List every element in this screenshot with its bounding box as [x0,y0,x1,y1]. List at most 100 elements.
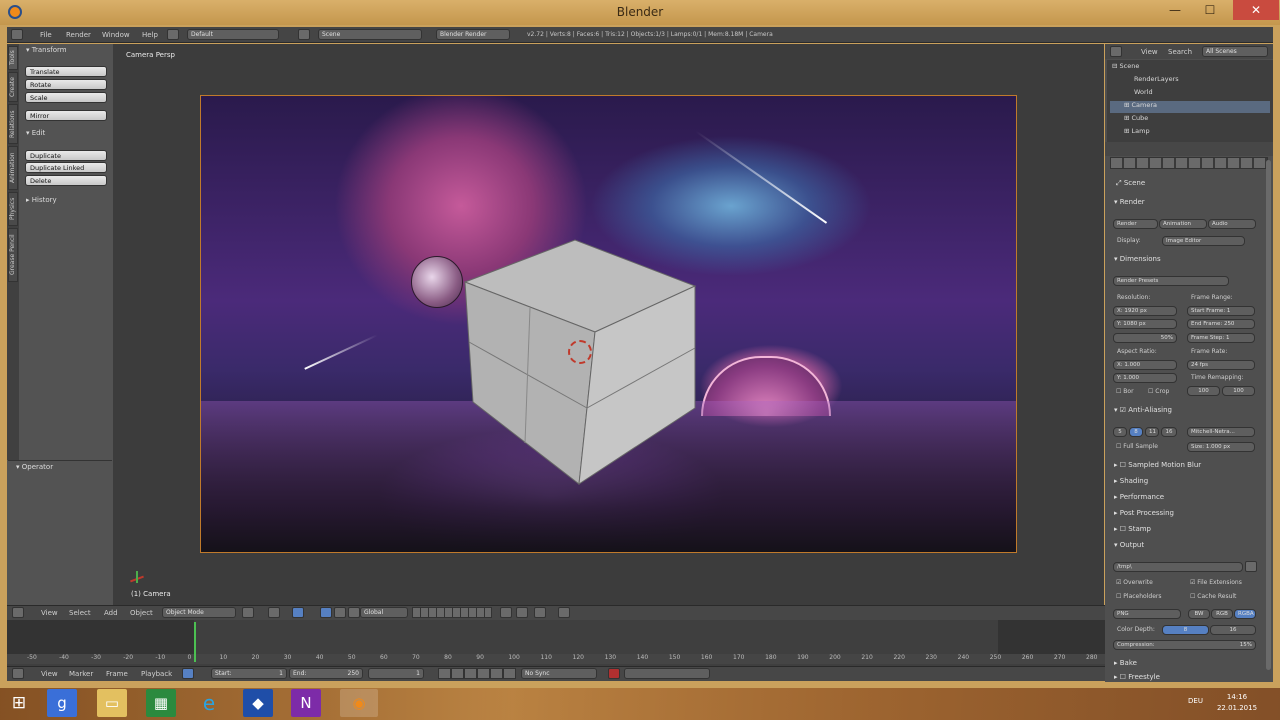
border-checkbox[interactable]: ☐ Bor [1116,388,1134,395]
resolution-percent-field[interactable]: 50% [1113,333,1177,343]
edit-panel-header[interactable]: ▾ Edit [20,129,112,141]
filter-size-field[interactable]: Size: 1.000 px [1187,442,1255,452]
folder-icon[interactable] [1245,561,1257,572]
mirror-button[interactable]: Mirror [25,110,107,121]
orientation-dropdown[interactable]: Global [360,607,408,618]
file-format-dropdown[interactable]: PNG [1113,609,1181,619]
tab-tools[interactable]: Tools [8,46,18,70]
motion-blur-panel-header[interactable]: ▸ ☐ Sampled Motion Blur [1110,461,1270,474]
stamp-panel-header[interactable]: ▸ ☐ Stamp [1110,525,1270,538]
placeholders-checkbox[interactable]: ☐ Placeholders [1116,593,1161,600]
app-icon[interactable]: ◆ [243,689,273,717]
editor-type-icon[interactable] [12,668,24,679]
color-mode-bw[interactable]: BW [1188,609,1210,619]
scene-icon[interactable] [298,29,310,40]
compression-slider[interactable]: Compression: 15% [1113,640,1256,650]
remap-old-field[interactable]: 100 [1187,386,1220,396]
color-mode-rgba[interactable]: RGBA [1234,609,1256,619]
outliner-row-renderlayers[interactable]: RenderLayers [1110,75,1270,87]
screen-layout-dropdown[interactable]: Default [187,29,279,40]
file-extensions-checkbox[interactable]: ☑ File Extensions [1190,579,1242,586]
shading-panel-header[interactable]: ▸ Shading [1110,477,1270,490]
translate-manip-icon[interactable] [320,607,332,618]
full-sample-checkbox[interactable]: ☐ Full Sample [1116,443,1158,450]
aa-samples-16[interactable]: 16 [1161,427,1177,437]
render-panel-header[interactable]: ▾ Render [1110,198,1270,211]
aa-samples-11[interactable]: 11 [1145,427,1159,437]
menu-select[interactable]: Select [69,609,91,617]
store-icon[interactable]: ▦ [146,689,176,717]
proportional-edit-icon[interactable] [516,607,528,618]
outliner-row-scene[interactable]: ⊟ Scene [1110,62,1270,74]
ie-icon[interactable]: e [194,689,224,717]
outliner-display-dropdown[interactable]: All Scenes [1202,46,1268,57]
delete-button[interactable]: Delete [25,175,107,186]
frame-ruler[interactable] [7,654,1105,664]
outliner-row-world[interactable]: World [1110,88,1270,100]
color-depth-16[interactable]: 16 [1210,625,1256,635]
mode-dropdown[interactable]: Object Mode [162,607,236,618]
history-panel-header[interactable]: ▸ History [20,196,112,208]
aspect-x-field[interactable]: X: 1.000 [1113,360,1177,370]
tab-relations[interactable]: Relations [8,104,18,144]
sync-dropdown[interactable]: No Sync [521,668,597,679]
screen-layout-icon[interactable] [167,29,179,40]
render-engine-dropdown[interactable]: Blender Render [436,29,510,40]
lock-layers-icon[interactable] [500,607,512,618]
playhead[interactable] [194,622,196,662]
explorer-icon[interactable]: ▭ [97,689,127,717]
display-dropdown[interactable]: Image Editor [1162,236,1245,246]
aa-panel-header[interactable]: ▾ ☑ Anti-Aliasing [1110,406,1270,419]
tab-grease-pencil[interactable]: Grease Pencil [8,228,18,282]
scale-button[interactable]: Scale [25,92,107,103]
menu-add[interactable]: Add [104,609,118,617]
input-language[interactable]: DEU [1188,697,1203,705]
render-presets-dropdown[interactable]: Render Presets [1113,276,1229,286]
outliner-row-lamp[interactable]: ⊞ Lamp [1110,127,1270,139]
aa-samples-5[interactable]: 5 [1113,427,1127,437]
resolution-y-field[interactable]: Y: 1080 px [1113,319,1177,329]
start-frame-field[interactable]: Start Frame: 1 [1187,306,1255,316]
cache-result-checkbox[interactable]: ☐ Cache Result [1190,593,1236,600]
translate-button[interactable]: Translate [25,66,107,77]
frame-rate-dropdown[interactable]: 24 fps [1187,360,1255,370]
dimensions-panel-header[interactable]: ▾ Dimensions [1110,255,1270,268]
post-processing-panel-header[interactable]: ▸ Post Processing [1110,509,1270,522]
resolution-x-field[interactable]: X: 1920 px [1113,306,1177,316]
aa-samples-8[interactable]: 8 [1129,427,1143,437]
chrome-icon[interactable]: g [47,689,77,717]
properties-context-tabs[interactable] [1110,157,1268,169]
layers-grid[interactable] [412,607,492,618]
scene-dropdown[interactable]: Scene [318,29,422,40]
menu-window[interactable]: Window [102,31,130,39]
tab-animation[interactable]: Animation [8,146,18,190]
tab-physics[interactable]: Physics [8,192,18,226]
outliner-row-cube[interactable]: ⊞ Cube [1110,114,1270,126]
menu-view[interactable]: View [41,670,58,678]
color-depth-8[interactable]: 8 [1162,625,1209,635]
end-frame-field[interactable]: End Frame: 250 [1187,319,1255,329]
outliner-editor-icon[interactable] [1110,46,1122,57]
overwrite-checkbox[interactable]: ☑ Overwrite [1116,579,1153,586]
playback-controls[interactable] [438,668,516,679]
remap-new-field[interactable]: 100 [1222,386,1255,396]
animation-button[interactable]: Animation [1159,219,1207,229]
menu-object[interactable]: Object [130,609,153,617]
duplicate-button[interactable]: Duplicate [25,150,107,161]
aspect-y-field[interactable]: Y: 1.000 [1113,373,1177,383]
frame-step-field[interactable]: Frame Step: 1 [1187,333,1255,343]
audio-button[interactable]: Audio [1208,219,1256,229]
clock[interactable]: 14:16 22.01.2015 [1212,692,1262,714]
windows-start-icon[interactable]: ⊞ [4,689,34,717]
bake-panel-header[interactable]: ▸ Bake [1110,659,1270,672]
duplicate-linked-button[interactable]: Duplicate Linked [25,162,107,173]
viewport-shading-icon[interactable] [242,607,254,618]
tab-create[interactable]: Create [8,72,18,102]
freestyle-panel-header[interactable]: ▸ ☐ Freestyle [1110,673,1270,682]
crop-checkbox[interactable]: ☐ Crop [1148,388,1169,395]
start-frame-field[interactable]: Start: 1 [211,668,287,679]
menu-file[interactable]: File [40,31,52,39]
color-mode-rgb[interactable]: RGB [1211,609,1233,619]
menu-marker[interactable]: Marker [69,670,93,678]
aa-filter-dropdown[interactable]: Mitchell-Netra... [1187,427,1255,437]
